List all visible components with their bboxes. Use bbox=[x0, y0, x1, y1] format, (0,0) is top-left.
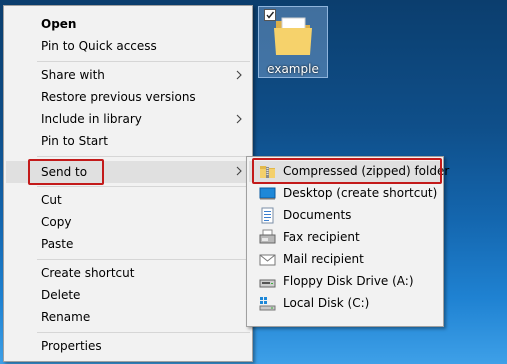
local-disk-icon bbox=[259, 295, 276, 312]
menu-item-restore-versions[interactable]: Restore previous versions bbox=[4, 87, 252, 108]
menu-item-delete[interactable]: Delete bbox=[4, 285, 252, 306]
chevron-right-icon bbox=[236, 70, 242, 80]
submenu-item-desktop-shortcut[interactable]: Desktop (create shortcut) bbox=[249, 183, 441, 204]
menu-separator bbox=[37, 259, 250, 260]
menu-item-send-to[interactable]: Send to bbox=[6, 161, 250, 183]
menu-item-share-with[interactable]: Share with bbox=[4, 65, 252, 86]
submenu-item-floppy-drive[interactable]: Floppy Disk Drive (A:) bbox=[249, 271, 441, 292]
menu-item-pin-start[interactable]: Pin to Start bbox=[4, 131, 252, 152]
submenu-item-local-disk[interactable]: Local Disk (C:) bbox=[249, 293, 441, 314]
menu-item-open[interactable]: Open bbox=[4, 14, 252, 35]
send-to-submenu: Compressed (zipped) folder Desktop (crea… bbox=[246, 156, 449, 327]
menu-item-cut[interactable]: Cut bbox=[4, 190, 252, 211]
desktop-folder-item[interactable]: example bbox=[258, 6, 328, 78]
submenu-item-documents[interactable]: Documents bbox=[249, 205, 441, 226]
chevron-right-icon bbox=[236, 166, 242, 176]
menu-separator bbox=[37, 186, 250, 187]
zip-folder-icon bbox=[259, 163, 276, 180]
menu-item-rename[interactable]: Rename bbox=[4, 307, 252, 328]
documents-icon bbox=[259, 207, 276, 224]
menu-item-properties[interactable]: Properties bbox=[4, 336, 252, 357]
menu-separator bbox=[37, 332, 250, 333]
chevron-right-icon bbox=[236, 114, 242, 124]
menu-separator bbox=[37, 61, 250, 62]
menu-item-include-library[interactable]: Include in library bbox=[4, 109, 252, 130]
menu-item-copy[interactable]: Copy bbox=[4, 212, 252, 233]
submenu-item-fax-recipient[interactable]: Fax recipient bbox=[249, 227, 441, 248]
floppy-disk-icon bbox=[259, 273, 276, 290]
folder-icon bbox=[273, 15, 313, 62]
menu-item-create-shortcut[interactable]: Create shortcut bbox=[4, 263, 252, 284]
desktop-icon bbox=[259, 185, 276, 202]
context-menu: Open Pin to Quick access Share with Rest… bbox=[3, 5, 253, 362]
submenu-item-compressed-folder[interactable]: Compressed (zipped) folder bbox=[249, 161, 449, 182]
mail-icon bbox=[259, 251, 276, 268]
menu-separator bbox=[37, 156, 250, 157]
submenu-item-mail-recipient[interactable]: Mail recipient bbox=[249, 249, 441, 270]
menu-item-paste[interactable]: Paste bbox=[4, 234, 252, 255]
desktop-icon-label: example bbox=[267, 62, 319, 76]
menu-item-pin-quick-access[interactable]: Pin to Quick access bbox=[4, 36, 252, 57]
fax-icon bbox=[259, 229, 276, 246]
